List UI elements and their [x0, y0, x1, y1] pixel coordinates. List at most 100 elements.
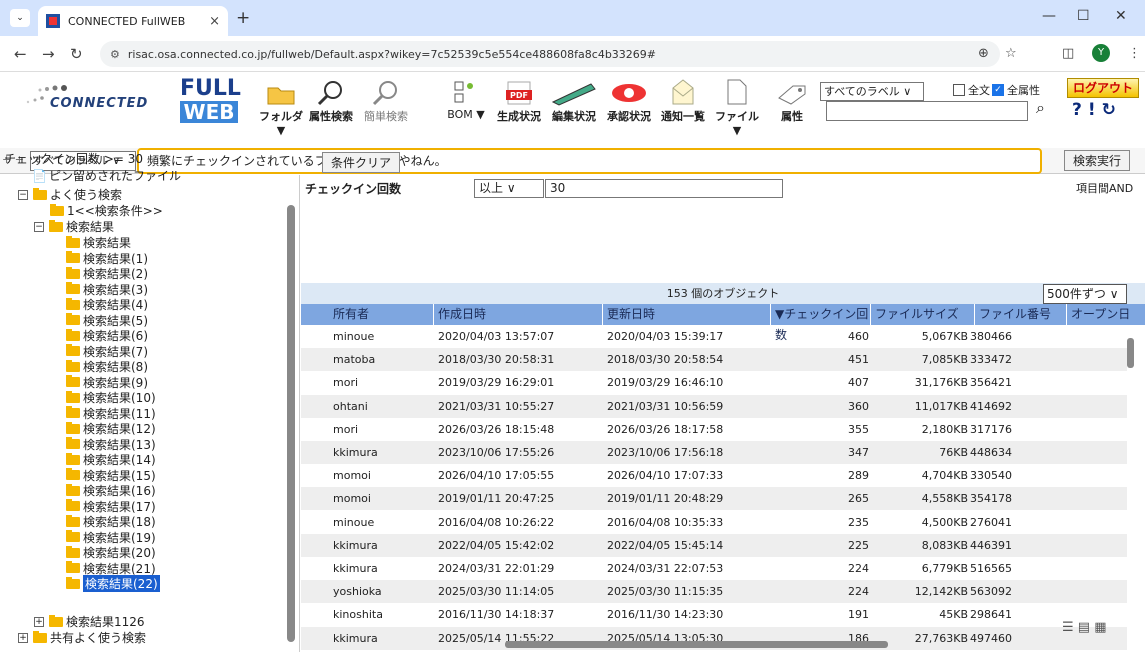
profile-avatar[interactable]: Y [1092, 44, 1110, 62]
logout-button[interactable]: ログアウト [1067, 78, 1139, 98]
sidepanel-icon[interactable]: ◫ [1062, 46, 1074, 61]
clear-conditions-button[interactable]: 条件クリア [322, 152, 401, 173]
new-tab-button[interactable]: + [236, 8, 250, 28]
pinned-files-item[interactable]: 📄 ピン留めされたファイル [32, 168, 181, 184]
table-row[interactable]: mori 2019/03/29 16:29:01 2019/03/29 16:46:… [301, 371, 1127, 394]
back-icon[interactable]: ← [14, 45, 27, 63]
table-row[interactable]: minoue 2020/04/03 13:57:07 2020/04/03 15:3… [301, 325, 1127, 348]
result-folder-item[interactable]: 検索結果(7) [66, 344, 148, 359]
result-folder-item[interactable]: 検索結果(17) [66, 499, 156, 514]
shared-favorites-node[interactable]: + 共有よく使う検索 [18, 630, 146, 645]
detail-view-icon[interactable]: ▤ [1078, 620, 1090, 635]
refresh-icon[interactable]: ↻ [1102, 100, 1122, 120]
table-row[interactable]: ohtani 2021/03/31 10:55:27 2021/03/31 10:5… [301, 394, 1127, 418]
folder-button[interactable]: フォルダ▼ [256, 78, 306, 137]
natural-language-query-input[interactable]: 頻繁にチェックインされているファイルはどれやねん。 [137, 148, 1042, 174]
result-folder-item[interactable]: 検索結果(18) [66, 514, 156, 529]
zoom-icon[interactable]: ⊕ [978, 46, 989, 61]
minimize-icon[interactable]: — [1042, 8, 1056, 24]
table-row[interactable]: momoi 2019/01/11 20:47:25 2019/01/11 20:48… [301, 487, 1127, 511]
list-view-icon[interactable]: ☰ [1062, 620, 1074, 635]
grid-view-icon[interactable]: ▦ [1094, 620, 1106, 635]
bookmark-star-icon[interactable]: ☆ [1005, 46, 1017, 61]
forward-icon[interactable]: → [42, 45, 55, 63]
result-folder-item[interactable]: 検索結果(6) [66, 328, 148, 343]
site-info-icon[interactable]: ⚙ [110, 48, 120, 61]
operator-select[interactable]: 以上 ∨ [474, 179, 544, 198]
result-folder-item[interactable]: 検索結果(8) [66, 359, 148, 374]
result-folder-item[interactable]: 検索結果(9) [66, 375, 148, 390]
result-folder-item[interactable]: 検索結果(12) [66, 421, 156, 436]
result-folder-item[interactable]: 検索結果(16) [66, 483, 156, 498]
execute-search-button[interactable]: 検索実行 [1064, 150, 1131, 171]
checkin-count-input[interactable]: 30 [545, 179, 783, 198]
tab-close-button[interactable]: × [209, 14, 220, 29]
reload-icon[interactable]: ↻ [70, 45, 83, 63]
notice-icon[interactable]: ! [1088, 100, 1102, 120]
column-header[interactable]: 更新日時 [603, 304, 771, 325]
help-icon[interactable]: ? [1072, 100, 1088, 120]
result-folder-item[interactable]: 検索結果(4) [66, 297, 148, 312]
keyword-search-input[interactable] [826, 101, 1028, 121]
result-folder-item[interactable]: 検索結果(11) [66, 406, 156, 421]
table-horizontal-scrollbar[interactable] [505, 641, 888, 648]
result-folder-item[interactable]: 検索結果(21) [66, 561, 156, 576]
table-row[interactable]: kkimura 2024/03/31 22:01:29 2024/03/31 22:… [301, 557, 1127, 580]
result-folder-item[interactable]: 検索結果(14) [66, 452, 156, 467]
per-page-select[interactable]: 500件ずつ ∨ [1043, 284, 1127, 304]
result-folder-item[interactable]: 検索結果(20) [66, 545, 156, 560]
expand-icon[interactable]: + [34, 616, 44, 627]
result-folder-item[interactable]: 検索結果(15) [66, 468, 156, 483]
column-header[interactable]: ファイルサイズ [871, 304, 975, 325]
table-row[interactable]: momoi 2026/04/10 17:05:55 2026/04/10 17:07… [301, 464, 1127, 487]
search-condition-node[interactable]: 1<<検索条件>> [50, 203, 163, 218]
attribute-button[interactable]: 属性 [772, 78, 812, 124]
file-button[interactable]: ファイル ▼ [712, 78, 762, 137]
table-row[interactable]: mori 2026/03/26 18:15:48 2026/03/26 18:17:… [301, 418, 1127, 441]
table-vertical-scrollbar[interactable] [1127, 338, 1134, 368]
generate-status-button[interactable]: PDF 生成状況 [494, 78, 544, 124]
column-header[interactable]: オープン日 [1067, 304, 1145, 325]
all-attributes-checkbox[interactable]: ✓ 全属性 [992, 82, 1040, 98]
favorites-node[interactable]: − よく使う検索 [18, 187, 122, 202]
browser-menu-icon[interactable]: ⋮ [1128, 46, 1141, 61]
approve-status-button[interactable]: 承認状況 [603, 78, 655, 124]
table-row[interactable]: yoshioka 2025/03/30 11:14:05 2025/03/30 11… [301, 580, 1127, 604]
attribute-search-button[interactable]: 属性検索 [305, 78, 357, 124]
table-row[interactable]: kkimura 2023/10/06 17:55:26 2023/10/06 17:… [301, 441, 1127, 464]
search-icon[interactable]: ⌕ [1036, 98, 1045, 118]
result-folder-item[interactable]: 検索結果(5) [66, 313, 148, 328]
all-attributes-check-icon[interactable]: ✓ [992, 84, 1004, 96]
collapse-icon[interactable]: − [34, 221, 44, 232]
url-bar[interactable]: ⚙ risac.osa.connected.co.jp/fullweb/Defa… [100, 41, 1000, 67]
collapse-icon[interactable]: − [18, 189, 28, 200]
table-row[interactable]: kkimura 2022/04/05 15:42:02 2022/04/05 15:… [301, 533, 1127, 557]
notification-list-button[interactable]: 通知一覧 [657, 78, 709, 124]
result-folder-item[interactable]: 検索結果(3) [66, 282, 148, 297]
maximize-icon[interactable]: ☐ [1077, 8, 1090, 24]
column-header[interactable]: 所有者 [329, 304, 434, 325]
table-row[interactable]: minoue 2016/04/08 10:26:22 2016/04/08 10:3… [301, 511, 1127, 534]
results1126-node[interactable]: + 検索結果1126 [34, 614, 145, 629]
fulltext-checkbox[interactable]: 全文 [953, 82, 990, 98]
table-row[interactable]: kinoshita 2016/11/30 14:18:37 2016/11/30 1… [301, 603, 1127, 626]
column-header[interactable]: ファイル番号 [975, 304, 1067, 325]
result-folder-item[interactable]: 検索結果(10) [66, 390, 156, 405]
table-row[interactable]: matoba 2018/03/30 20:58:31 2018/03/30 20:5… [301, 348, 1127, 372]
result-folder-item[interactable]: 検索結果(19) [66, 530, 156, 545]
label-filter-select[interactable]: すべてのラベル ∨ [820, 82, 924, 101]
bom-button[interactable]: BOM ▼ [440, 78, 492, 121]
browser-tab[interactable]: CONNECTED FullWEB × [38, 6, 228, 36]
column-header[interactable]: 作成日時 [434, 304, 603, 325]
fulltext-check-icon[interactable] [953, 84, 965, 96]
close-window-icon[interactable]: ✕ [1115, 8, 1127, 24]
simple-search-button[interactable]: 簡単検索 [360, 78, 412, 124]
results-root-node[interactable]: − 検索結果 [34, 219, 114, 234]
result-folder-item[interactable]: 検索結果(2) [66, 266, 148, 281]
column-header[interactable]: ▼チェックイン回数 [771, 304, 871, 342]
tab-list-button[interactable]: ⌄ [10, 9, 30, 27]
result-folder-item[interactable]: 検索結果 [66, 235, 131, 250]
result-folder-item[interactable]: 検索結果(13) [66, 437, 156, 452]
result-folder-item[interactable]: 検索結果(22) [66, 575, 160, 592]
left-scrollbar[interactable] [287, 205, 295, 642]
